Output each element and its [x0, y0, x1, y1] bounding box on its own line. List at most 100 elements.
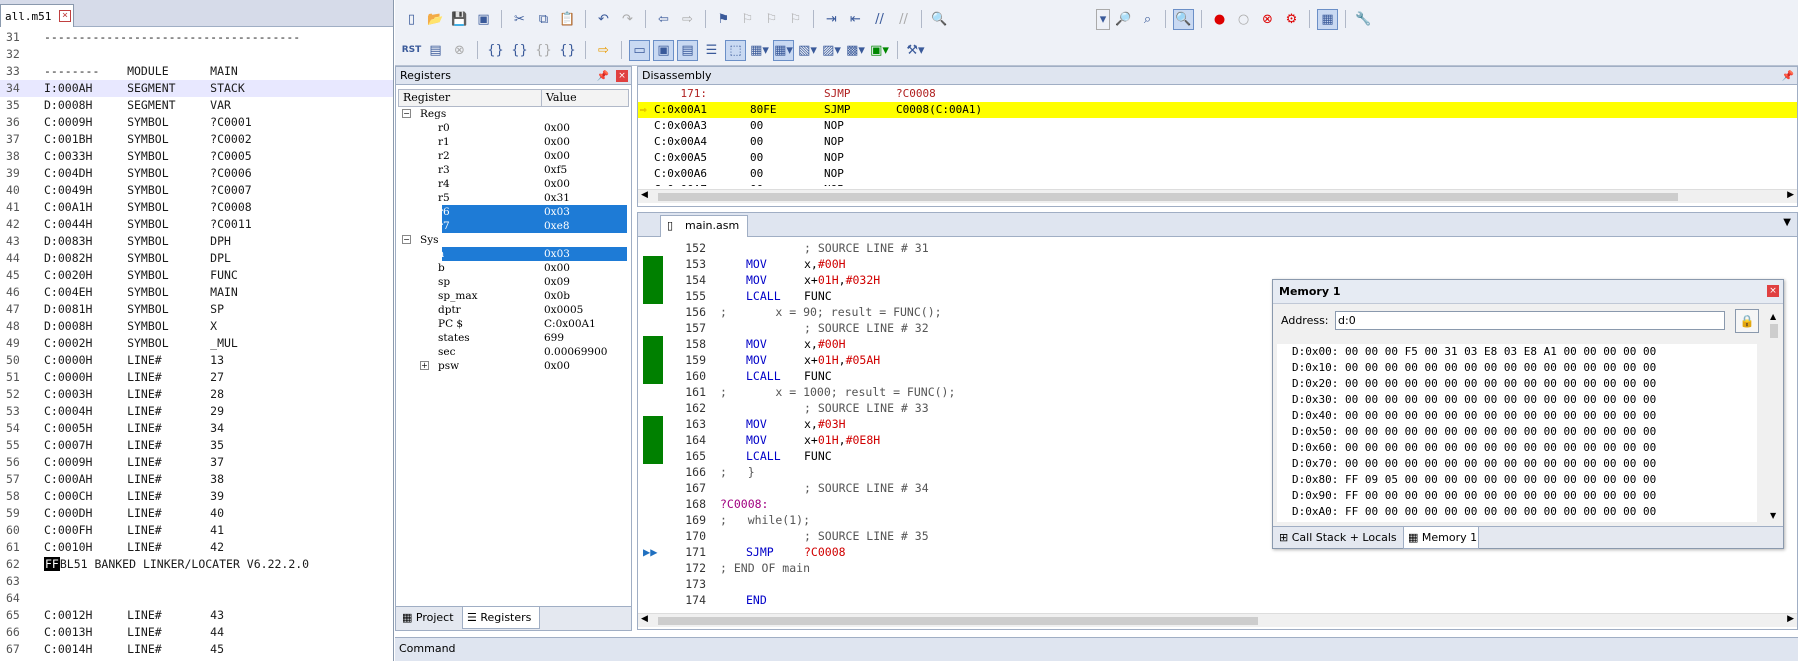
find-in-files-icon[interactable]: 🔍: [929, 9, 950, 30]
tab-registers[interactable]: ☰ Registers: [462, 607, 540, 629]
system-viewer-icon[interactable]: ▣▾: [869, 40, 890, 61]
source-line[interactable]: 174 END: [638, 592, 1778, 608]
expand-icon[interactable]: +: [420, 361, 429, 370]
paste-icon[interactable]: 📋: [557, 9, 578, 30]
dropdown-icon[interactable]: ▾: [1096, 8, 1110, 30]
register-row[interactable]: r7 0xe8: [398, 219, 629, 233]
nav-back-icon[interactable]: ⇦: [653, 9, 674, 30]
address-input[interactable]: [1335, 311, 1725, 330]
column-value[interactable]: Value: [542, 90, 628, 106]
next-bookmark-icon[interactable]: ⚐: [761, 9, 782, 30]
tab-project[interactable]: ▦ Project: [398, 607, 458, 629]
close-icon[interactable]: ×: [616, 70, 628, 82]
pin-icon[interactable]: 📌: [1782, 68, 1794, 86]
register-row[interactable]: + psw 0x00: [398, 359, 629, 373]
memory-window-icon[interactable]: ▦▾: [773, 39, 794, 61]
incremental-find-icon[interactable]: ⌕: [1137, 9, 1158, 30]
step-out-icon[interactable]: {}: [533, 40, 554, 61]
chevron-down-icon[interactable]: ▼: [1783, 217, 1791, 228]
column-register[interactable]: Register: [399, 90, 542, 106]
disable-all-breakpoints-icon[interactable]: ⚙: [1281, 9, 1302, 30]
register-row[interactable]: dptr 0x0005: [398, 303, 629, 317]
disassembly-line[interactable]: C:0x00A3 00 NOP: [638, 118, 1797, 134]
pin-icon[interactable]: 📌: [597, 68, 609, 86]
comment-icon[interactable]: //: [869, 9, 890, 30]
clear-bookmarks-icon[interactable]: ⚐: [785, 9, 806, 30]
stop-icon[interactable]: ⊗: [449, 40, 470, 61]
step-into-icon[interactable]: {}: [485, 40, 506, 61]
register-row[interactable]: sp 0x09: [398, 275, 629, 289]
toolbox-icon[interactable]: ⚒▾: [905, 40, 926, 61]
unindent-icon[interactable]: ⇤: [845, 9, 866, 30]
run-to-cursor-icon[interactable]: {}: [557, 40, 578, 61]
reset-icon[interactable]: RST: [401, 40, 422, 61]
open-folder-icon[interactable]: 📂: [425, 9, 446, 30]
register-row[interactable]: states 699: [398, 331, 629, 345]
source-line[interactable]: 173: [638, 576, 1778, 592]
watch-window-icon[interactable]: ▦▾: [749, 40, 770, 61]
disassembly-line[interactable]: ⇨ C:0x00A1 80FE SJMP C0008(C:00A1): [638, 102, 1797, 118]
close-icon[interactable]: ×: [59, 10, 71, 22]
registers-window-icon[interactable]: ☰: [701, 40, 722, 61]
register-row[interactable]: r2 0x00: [398, 149, 629, 163]
collapse-icon[interactable]: −: [402, 235, 411, 244]
tab-main-asm[interactable]: ▯ main.asm: [660, 215, 748, 237]
memory-header[interactable]: Memory 1 ×: [1273, 280, 1783, 304]
register-group[interactable]: − Regs: [398, 107, 629, 121]
window-layout-icon[interactable]: ▦: [1317, 8, 1338, 30]
register-group[interactable]: − Sys: [398, 233, 629, 247]
lock-button[interactable]: 🔒: [1735, 309, 1759, 333]
register-row[interactable]: r0 0x00: [398, 121, 629, 135]
register-row[interactable]: r3 0xf5: [398, 163, 629, 177]
register-row[interactable]: r5 0x31: [398, 191, 629, 205]
m51-code-area[interactable]: 31 ------------------------------------- 3…: [0, 29, 393, 658]
find-icon[interactable]: 🔎: [1113, 9, 1134, 30]
source-line[interactable]: 152 ; SOURCE LINE # 31: [638, 240, 1778, 256]
new-file-icon[interactable]: ▯: [401, 9, 422, 30]
analysis-window-icon[interactable]: ▨▾: [821, 40, 842, 61]
register-row[interactable]: r6 0x03: [398, 205, 629, 219]
disassembly-line[interactable]: C:0x00A4 00 NOP: [638, 134, 1797, 150]
disassembly-line[interactable]: 171: SJMP ?C0008: [638, 86, 1797, 102]
step-over-icon[interactable]: {}: [509, 40, 530, 61]
register-row[interactable]: r4 0x00: [398, 177, 629, 191]
serial-window-icon[interactable]: ▧▾: [797, 40, 818, 61]
register-row[interactable]: PC $ C:0x00A1: [398, 317, 629, 331]
register-row[interactable]: sp_max 0x0b: [398, 289, 629, 303]
breakpoint-icon[interactable]: ●: [1209, 9, 1230, 30]
save-icon[interactable]: 💾: [449, 9, 470, 30]
symbols-window-icon[interactable]: ▤: [677, 39, 698, 61]
vertical-scrollbar[interactable]: ▲ ▼: [1767, 310, 1781, 522]
trace-window-icon[interactable]: ▩▾: [845, 40, 866, 61]
tab-all-m51[interactable]: all.m51 ×: [0, 4, 74, 27]
call-stack-window-icon[interactable]: ⬚: [725, 39, 746, 61]
register-row[interactable]: b 0x00: [398, 261, 629, 275]
close-icon[interactable]: ×: [1767, 285, 1779, 297]
kill-breakpoints-icon[interactable]: ⊗: [1257, 9, 1278, 30]
redo-icon[interactable]: ↷: [617, 9, 638, 30]
run-icon[interactable]: ▤: [425, 40, 446, 61]
register-row[interactable]: a 0x03: [398, 247, 629, 261]
horizontal-scrollbar[interactable]: ◀ ▶: [638, 189, 1797, 203]
bookmark-icon[interactable]: ⚑: [713, 9, 734, 30]
disassembly-line[interactable]: C:0x00A5 00 NOP: [638, 150, 1797, 166]
debug-session-icon[interactable]: 🔍: [1173, 8, 1194, 30]
prev-bookmark-icon[interactable]: ⚐: [737, 9, 758, 30]
source-line[interactable]: 172 ; END OF main: [638, 560, 1778, 576]
indent-icon[interactable]: ⇥: [821, 9, 842, 30]
show-next-statement-icon[interactable]: ⇨: [593, 40, 614, 61]
cut-icon[interactable]: ✂: [509, 9, 530, 30]
horizontal-scrollbar[interactable]: ◀ ▶: [638, 613, 1797, 627]
disassembly-line[interactable]: C:0x00A7 00 NOP: [638, 182, 1797, 186]
disassembly-window-icon[interactable]: ▣: [653, 39, 674, 61]
command-window-icon[interactable]: ▭: [629, 39, 650, 61]
uncomment-icon[interactable]: //: [893, 9, 914, 30]
disable-breakpoint-icon[interactable]: ○: [1233, 9, 1254, 30]
save-all-icon[interactable]: ▣: [473, 9, 494, 30]
configure-icon[interactable]: 🔧: [1353, 9, 1374, 30]
disassembly-line[interactable]: C:0x00A6 00 NOP: [638, 166, 1797, 182]
memory-dump[interactable]: D:0x00: 00 00 00 F5 00 31 03 E8 03 E8 A1…: [1277, 344, 1757, 522]
source-line[interactable]: 153 MOV x,#00H: [638, 256, 1778, 272]
undo-icon[interactable]: ↶: [593, 9, 614, 30]
tab-call-stack-locals[interactable]: ⊞ Call Stack + Locals: [1275, 527, 1401, 549]
